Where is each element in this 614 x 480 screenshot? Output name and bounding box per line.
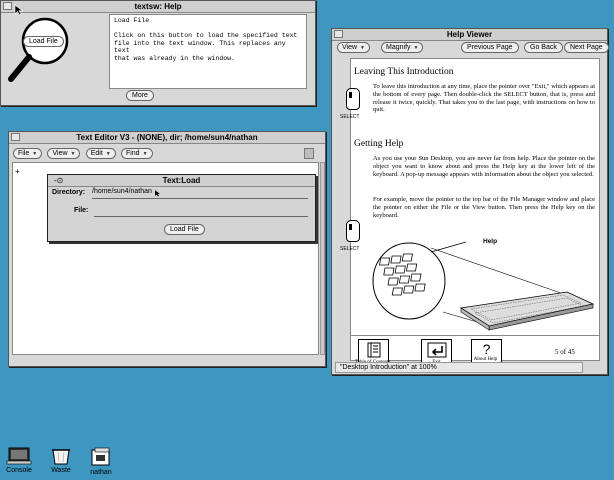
file-underline <box>94 216 308 217</box>
directory-label: Directory: <box>52 189 86 196</box>
load-file-button[interactable]: Load File <box>164 224 205 235</box>
file-label: File: <box>74 207 89 214</box>
directory-field[interactable]: /home/sun4/nathan <box>92 188 308 198</box>
mouse-icon <box>346 220 360 242</box>
directory-value: /home/sun4/nathan <box>92 188 152 195</box>
text-caret: + <box>15 167 20 176</box>
next-page-button[interactable]: Next Page <box>564 42 609 53</box>
menu-triangle-icon: ▼ <box>32 151 38 157</box>
more-button[interactable]: More <box>126 90 154 101</box>
menu-triangle-icon: ▼ <box>142 151 148 157</box>
editor-scrollbar[interactable] <box>320 162 325 355</box>
window-menu-button[interactable] <box>334 30 343 38</box>
help-window: textsw: Help Load File Load File Click o… <box>0 0 316 106</box>
file-menu-button[interactable]: File ▼ <box>13 148 43 159</box>
section-paragraph: To leave this introduction at any time, … <box>373 83 595 114</box>
viewer-toolbar: View ▼ Magnify ▼ Previous Page Go Back Nex… <box>335 42 609 55</box>
window-menu-button[interactable] <box>11 133 20 141</box>
section-paragraph: For example, move the pointer to the top… <box>373 196 595 219</box>
editor-title: Text Editor V3 - (NONE), dir; /home/sun4… <box>76 133 258 142</box>
section-paragraph: As you use your Sun Desktop, you are nev… <box>373 155 595 178</box>
pushpin-icon[interactable]: -⊙ <box>54 175 63 186</box>
editor-scroll-top-box[interactable] <box>304 148 314 159</box>
nathan-desktop-icon[interactable]: nathan <box>86 447 116 476</box>
select-button-highlight <box>349 92 352 98</box>
window-menu-button[interactable] <box>3 2 12 10</box>
menu-triangle-icon: ▼ <box>105 151 111 157</box>
help-page[interactable]: Leaving This Introduction SELECT To leav… <box>340 58 600 368</box>
section-heading: Leaving This Introduction <box>354 67 454 77</box>
viewer-title: Help Viewer <box>446 30 493 39</box>
help-text-area[interactable]: Load File Click on this button to load t… <box>109 14 307 89</box>
text-load-popup: -⊙ Text:Load Directory: /home/sun4/natha… <box>47 174 316 242</box>
viewer-titlebar[interactable]: Help Viewer <box>332 29 607 41</box>
mouse-icon <box>346 88 360 110</box>
load-popup-titlebar[interactable]: -⊙ Text:Load <box>48 175 315 187</box>
load-file-demo-button: Load File <box>23 36 64 47</box>
help-window-titlebar[interactable]: textsw: Help <box>1 1 315 13</box>
help-viewer-window: Help Viewer View ▼ Magnify ▼ Previous Page… <box>331 28 609 375</box>
editor-menubar: File ▼ View ▼ Edit ▼ Find ▼ <box>13 148 156 159</box>
edit-menu-button[interactable]: Edit ▼ <box>85 148 116 159</box>
select-button-highlight <box>349 224 352 230</box>
view-menu-button[interactable]: View ▼ <box>337 42 370 53</box>
help-key-label: Help <box>483 238 498 245</box>
magnifier-illustration <box>8 17 69 82</box>
waste-desktop-icon[interactable]: Waste <box>46 447 76 474</box>
menu-triangle-icon: ▼ <box>413 45 419 51</box>
magnify-menu-button[interactable]: Magnify ▼ <box>381 42 424 53</box>
console-desktop-icon[interactable]: Console <box>4 447 34 474</box>
viewer-page-scroll-gap <box>600 58 606 361</box>
editor-titlebar[interactable]: Text Editor V3 - (NONE), dir; /home/sun4… <box>9 132 325 144</box>
home-folder-icon <box>91 447 110 466</box>
wastebasket-icon <box>52 449 70 465</box>
keyboard-help-key-illustration <box>372 241 595 331</box>
find-menu-button[interactable]: Find ▼ <box>120 148 153 159</box>
waste-label: Waste <box>51 467 71 474</box>
file-field[interactable] <box>94 206 308 216</box>
viewer-status-bar: "Desktop Introduction" at 100% <box>335 362 583 373</box>
console-label: Console <box>6 467 32 474</box>
menu-triangle-icon: ▼ <box>360 45 365 51</box>
load-popup-title: Text:Load <box>162 176 201 185</box>
pointer-cursor-icon <box>14 4 24 16</box>
previous-page-button[interactable]: Previous Page <box>461 42 519 53</box>
select-caption: SELECT <box>340 114 360 120</box>
menu-triangle-icon: ▼ <box>70 151 76 157</box>
help-window-title: textsw: Help <box>134 2 182 11</box>
select-caption: SELECT <box>340 246 360 252</box>
console-icon <box>6 447 32 465</box>
view-menu-button[interactable]: View ▼ <box>47 148 81 159</box>
text-editor-window: Text Editor V3 - (NONE), dir; /home/sun4… <box>8 131 326 367</box>
book-icon <box>367 342 380 358</box>
go-back-button[interactable]: Go Back <box>524 42 563 53</box>
section-heading: Getting Help <box>354 139 404 149</box>
nathan-label: nathan <box>90 469 112 476</box>
question-mark-icon: ? <box>482 341 491 357</box>
text-cursor-icon <box>155 190 160 197</box>
page-footer-divider <box>351 335 599 336</box>
page-indicator: 5 of 45 <box>555 348 575 356</box>
exit-arrow-icon <box>427 342 446 358</box>
directory-underline <box>92 198 308 199</box>
